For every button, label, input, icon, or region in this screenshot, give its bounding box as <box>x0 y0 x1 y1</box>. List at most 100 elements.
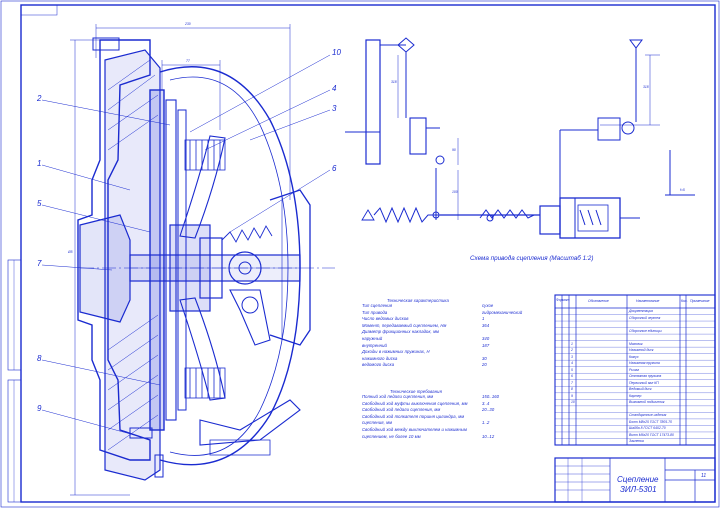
spec-row-name: Маховик <box>629 341 643 346</box>
tech-req-label: сцепления, мм <box>362 420 393 426</box>
tech-char-label: ведомого диска <box>362 362 395 368</box>
spec-row-pos: 9 <box>571 393 573 398</box>
title-line-1: Сцепление <box>617 475 659 484</box>
tech-char-value: 20 <box>482 362 487 368</box>
part-label-3: 3 <box>332 104 337 113</box>
spec-row-name: Стандартные изделия <box>629 413 667 418</box>
tech-req-rows: Полный ход педали сцепления, мм 150..160 С… <box>362 394 537 440</box>
tech-char-label: Тип сцепления <box>362 303 393 308</box>
actuation-scheme <box>345 37 695 239</box>
spec-row-name: Болт М8х25 ГОСТ 7805-70 <box>629 419 672 424</box>
dim-inner-width: 77 <box>186 59 190 63</box>
part-label-6: 6 <box>332 164 337 173</box>
tech-req-label: сцеплением, не более 10 мм <box>362 433 421 439</box>
tech-char-row: Число ведомых дисков 1 <box>362 316 537 323</box>
dim-scheme-4: 318 <box>643 85 649 89</box>
part-label-2: 2 <box>37 94 42 103</box>
spec-row-name: Ведомый диск <box>629 387 652 392</box>
spec-row-name: Нажимной диск <box>629 348 654 353</box>
spec-header-note: Примечание <box>690 299 710 303</box>
tech-char-value: гидромеханический <box>482 309 523 315</box>
tech-req-value: 10..12 <box>482 433 495 439</box>
tech-char-label: Доходы в нажимных пружинах, Н <box>362 349 430 355</box>
tech-char-value: 187 <box>482 342 490 348</box>
spec-header-designation: Обозначение <box>588 299 609 303</box>
tech-req-row: Свободный ход толкателя поршня цилиндра,… <box>362 414 537 421</box>
tech-req-row: Свободный ход педали сцепления, мм 20..30 <box>362 407 537 414</box>
tech-characteristics: Техническая характеристика Тип сцепления… <box>362 298 537 369</box>
part-label-1: 1 <box>37 159 42 168</box>
spec-table-grid <box>554 294 716 503</box>
tech-char-row: Тип привода гидромеханический <box>362 310 537 317</box>
spec-row-pos: 10 <box>571 400 575 405</box>
spec-row-pos: 5 <box>571 367 573 372</box>
spec-row-name: Сборочные единицы <box>629 328 662 333</box>
tech-req-row: сцеплением, не более 10 мм 10..12 <box>362 434 537 441</box>
spec-row-pos: 3 <box>571 354 573 359</box>
tech-req-row: сцепления, мм 1..2 <box>362 420 537 427</box>
spec-header-qty: Кол. <box>681 299 688 303</box>
spec-row-name: Сборочный чертеж <box>629 315 661 320</box>
drawing-sheet <box>0 0 720 508</box>
dim-scheme-1: 318 <box>391 80 397 84</box>
spec-row-name: Первичный вал КП <box>629 380 659 385</box>
part-label-9: 9 <box>37 404 42 413</box>
part-label-8: 8 <box>37 354 42 363</box>
tech-req-label: Свободный ход между выключателем и нажим… <box>362 426 467 432</box>
tech-req-label: Свободный ход педали сцепления, мм <box>362 407 441 413</box>
tech-requirements: Технические требования Полный ход педали… <box>362 389 537 440</box>
tech-char-value: 30 <box>482 355 487 361</box>
tech-req-label: Свободный ход толкателя поршня цилиндра,… <box>362 413 465 419</box>
title-line-2: ЗИЛ-5301 <box>620 485 657 494</box>
spec-row-name: Оттяжная пружина <box>629 374 662 379</box>
spec-row-pos: 7 <box>571 380 573 385</box>
dim-scheme-3: 100 <box>452 190 458 194</box>
spec-row-name: Нажимная пружина <box>629 361 660 366</box>
tech-char-row: Момент, передаваемый сцеплением, Нм 364 <box>362 323 537 330</box>
part-label-4: 4 <box>332 84 337 93</box>
spec-row-name: Картер <box>629 393 642 398</box>
tech-char-row: внутренний 187 <box>362 343 537 350</box>
tech-char-label: внутренний <box>362 342 387 348</box>
spec-row-pos: 1 <box>571 341 573 346</box>
spec-row-pos: 4 <box>571 361 573 366</box>
scheme-caption: Схема привода сцепления (Масштаб 1:2) <box>470 255 594 262</box>
tech-char-label: Диаметр фрикционных накладок, мм <box>362 329 440 335</box>
spec-row-name: Винт М6х20 ГОСТ 17473-80 <box>629 432 674 437</box>
spec-header-name: Наименование <box>636 299 660 303</box>
part-label-5: 5 <box>37 199 42 208</box>
dim-overall-width: 230 <box>185 22 191 26</box>
tech-char-label: Число ведомых дисков <box>362 316 409 322</box>
spec-row-pos: 2 <box>571 348 573 353</box>
tech-char-row: нажимного диска 30 <box>362 356 537 363</box>
tech-char-label: наружный <box>362 335 383 341</box>
spec-row-name: Выжимной подшипник <box>629 400 665 405</box>
tech-char-row: Доходы в нажимных пружинах, Н <box>362 349 537 356</box>
tech-char-row: Диаметр фрикционных накладок, мм <box>362 329 537 336</box>
part-label-10: 10 <box>332 48 341 57</box>
spec-row-name: Заклепка <box>629 439 644 444</box>
spec-header-format: Формат <box>556 298 570 302</box>
tech-char-label: нажимного диска <box>362 355 398 361</box>
tech-req-value: 3..4 <box>482 400 490 406</box>
tech-req-row: Свободный ход между выключателем и нажим… <box>362 427 537 434</box>
tech-char-value: 340 <box>482 335 490 341</box>
sheet-number: 11 <box>701 473 707 479</box>
spec-row-pos: 6 <box>571 374 573 379</box>
tech-char-row: ведомого диска 20 <box>362 362 537 369</box>
tech-char-rows: Тип сцепления сухое Тип привода гидромехани… <box>362 303 537 369</box>
tech-req-row: Полный ход педали сцепления, мм 150..160 <box>362 394 537 401</box>
tech-req-label: Свободный ход муфты выключения сцепления… <box>362 400 468 406</box>
spec-row-name: Рычаг <box>629 367 640 372</box>
tech-char-value: 364 <box>482 322 490 328</box>
spec-row-name: Шайба 8 ГОСТ 6402-70 <box>629 426 666 431</box>
tech-char-value: сухое <box>482 303 494 308</box>
tech-req-value: 150..160 <box>482 394 500 399</box>
tech-char-label: Тип привода <box>362 309 388 315</box>
tech-req-value: 20..30 <box>482 407 495 413</box>
tech-char-row: наружный 340 <box>362 336 537 343</box>
dim-scheme-2: 90 <box>452 148 456 152</box>
spec-row-pos: 8 <box>571 387 573 392</box>
spec-row-name: Документация <box>629 309 653 313</box>
dim-scheme-5: f=5 <box>680 188 685 192</box>
